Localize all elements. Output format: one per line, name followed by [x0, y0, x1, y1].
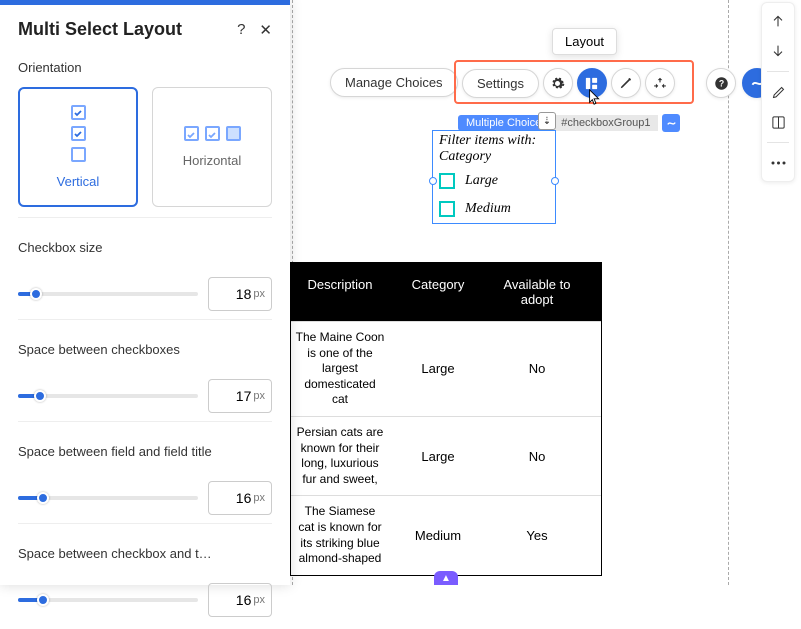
- more-icon[interactable]: [768, 153, 788, 173]
- cell-adopt: No: [487, 417, 587, 495]
- manage-choices-button[interactable]: Manage Choices: [330, 68, 458, 97]
- checkbox-option-1[interactable]: Large: [433, 167, 555, 195]
- slider-value-input[interactable]: 17px: [208, 379, 272, 413]
- slider-label: Space between checkbox and t…: [18, 538, 272, 573]
- orientation-label: Orientation: [18, 52, 272, 87]
- cell-adopt: No: [487, 322, 587, 416]
- table-header: Description Category Available to adopt: [291, 263, 601, 321]
- header-category: Category: [389, 263, 487, 321]
- slider-value-input[interactable]: 18px: [208, 277, 272, 311]
- slider-section: Space between checkbox and t… 16px: [18, 523, 272, 625]
- checkbox-icon[interactable]: [439, 173, 455, 189]
- canvas: Layout Manage Choices Settings ? Multipl…: [290, 0, 801, 585]
- rail-separator: [767, 71, 789, 72]
- design-icon[interactable]: [611, 68, 641, 98]
- slider-section: Checkbox size 18px: [18, 217, 272, 319]
- cell-category: Large: [389, 417, 487, 495]
- widget-title: Filter items with: Category: [433, 131, 555, 167]
- help-icon[interactable]: ?: [237, 21, 245, 39]
- cursor-pointer-icon: [586, 88, 604, 106]
- cell-adopt: Yes: [487, 496, 587, 574]
- slider-value-input[interactable]: 16px: [208, 583, 272, 617]
- slider-thumb[interactable]: [30, 288, 42, 300]
- vertical-label: Vertical: [57, 174, 100, 189]
- slider-track[interactable]: [18, 598, 198, 602]
- multi-choice-widget[interactable]: Filter items with: Category Large Medium: [432, 130, 556, 224]
- table-row: The Maine Coon is one of the largest dom…: [291, 321, 601, 416]
- orientation-vertical[interactable]: Vertical: [18, 87, 138, 207]
- checkbox-option-2[interactable]: Medium: [433, 195, 555, 223]
- data-table: Description Category Available to adopt …: [290, 262, 602, 576]
- slider-thumb[interactable]: [37, 492, 49, 504]
- header-description: Description: [291, 263, 389, 321]
- slider-value-input[interactable]: 16px: [208, 481, 272, 515]
- rail-separator: [767, 142, 789, 143]
- help-circle-icon[interactable]: ?: [706, 68, 736, 98]
- slider-section: Space between checkboxes 17px: [18, 319, 272, 421]
- checkbox-icon[interactable]: [439, 201, 455, 217]
- widget-id-badge: #checkboxGroup1: [553, 115, 658, 131]
- cell-category: Large: [389, 322, 487, 416]
- close-icon[interactable]: ✕: [259, 21, 272, 39]
- cell-category: Medium: [389, 496, 487, 574]
- orientation-horizontal[interactable]: Horizontal: [152, 87, 272, 207]
- table-row: The Siamese cat is known for its strikin…: [291, 495, 601, 574]
- layout-tooltip: Layout: [552, 28, 617, 55]
- selection-handle-right[interactable]: [551, 177, 559, 185]
- pencil-icon[interactable]: [768, 82, 788, 102]
- slider-thumb[interactable]: [37, 594, 49, 606]
- vertical-preview-icon: [71, 105, 86, 162]
- arrow-down-icon[interactable]: [768, 41, 788, 61]
- option-label: Large: [465, 173, 498, 189]
- slider-label: Space between field and field title: [18, 436, 272, 471]
- panel-title: Multi Select Layout: [18, 19, 182, 40]
- bottom-handle-icon[interactable]: ▲: [434, 571, 458, 585]
- slider-thumb[interactable]: [34, 390, 46, 402]
- table-row: Persian cats are known for their long, l…: [291, 416, 601, 495]
- animation-icon[interactable]: [645, 68, 675, 98]
- slider-label: Space between checkboxes: [18, 334, 272, 369]
- widget-link-icon[interactable]: [662, 114, 680, 132]
- arrow-up-icon[interactable]: [768, 11, 788, 31]
- option-label: Medium: [465, 201, 511, 217]
- layout-panel: Multi Select Layout ? ✕ Orientation Vert…: [0, 0, 290, 585]
- tooltip-text: Layout: [565, 34, 604, 49]
- cell-description: The Maine Coon is one of the largest dom…: [291, 322, 389, 416]
- slider-track[interactable]: [18, 496, 198, 500]
- settings-button[interactable]: Settings: [462, 69, 539, 98]
- right-rail: [761, 2, 795, 182]
- drag-handle-icon[interactable]: ⇣: [538, 112, 556, 130]
- svg-text:?: ?: [718, 78, 723, 88]
- slider-track[interactable]: [18, 292, 198, 296]
- cell-description: Persian cats are known for their long, l…: [291, 417, 389, 495]
- slider-section: Space between field and field title 16px: [18, 421, 272, 523]
- horizontal-label: Horizontal: [183, 153, 242, 168]
- cell-description: The Siamese cat is known for its strikin…: [291, 496, 389, 574]
- slider-track[interactable]: [18, 394, 198, 398]
- selection-handle-left[interactable]: [429, 177, 437, 185]
- layout-split-icon[interactable]: [768, 112, 788, 132]
- gear-icon[interactable]: [543, 68, 573, 98]
- widget-type-badge: Multiple Choice: [458, 115, 549, 131]
- slider-label: Checkbox size: [18, 232, 272, 267]
- header-adopt: Available to adopt: [487, 263, 587, 321]
- horizontal-preview-icon: [184, 126, 241, 141]
